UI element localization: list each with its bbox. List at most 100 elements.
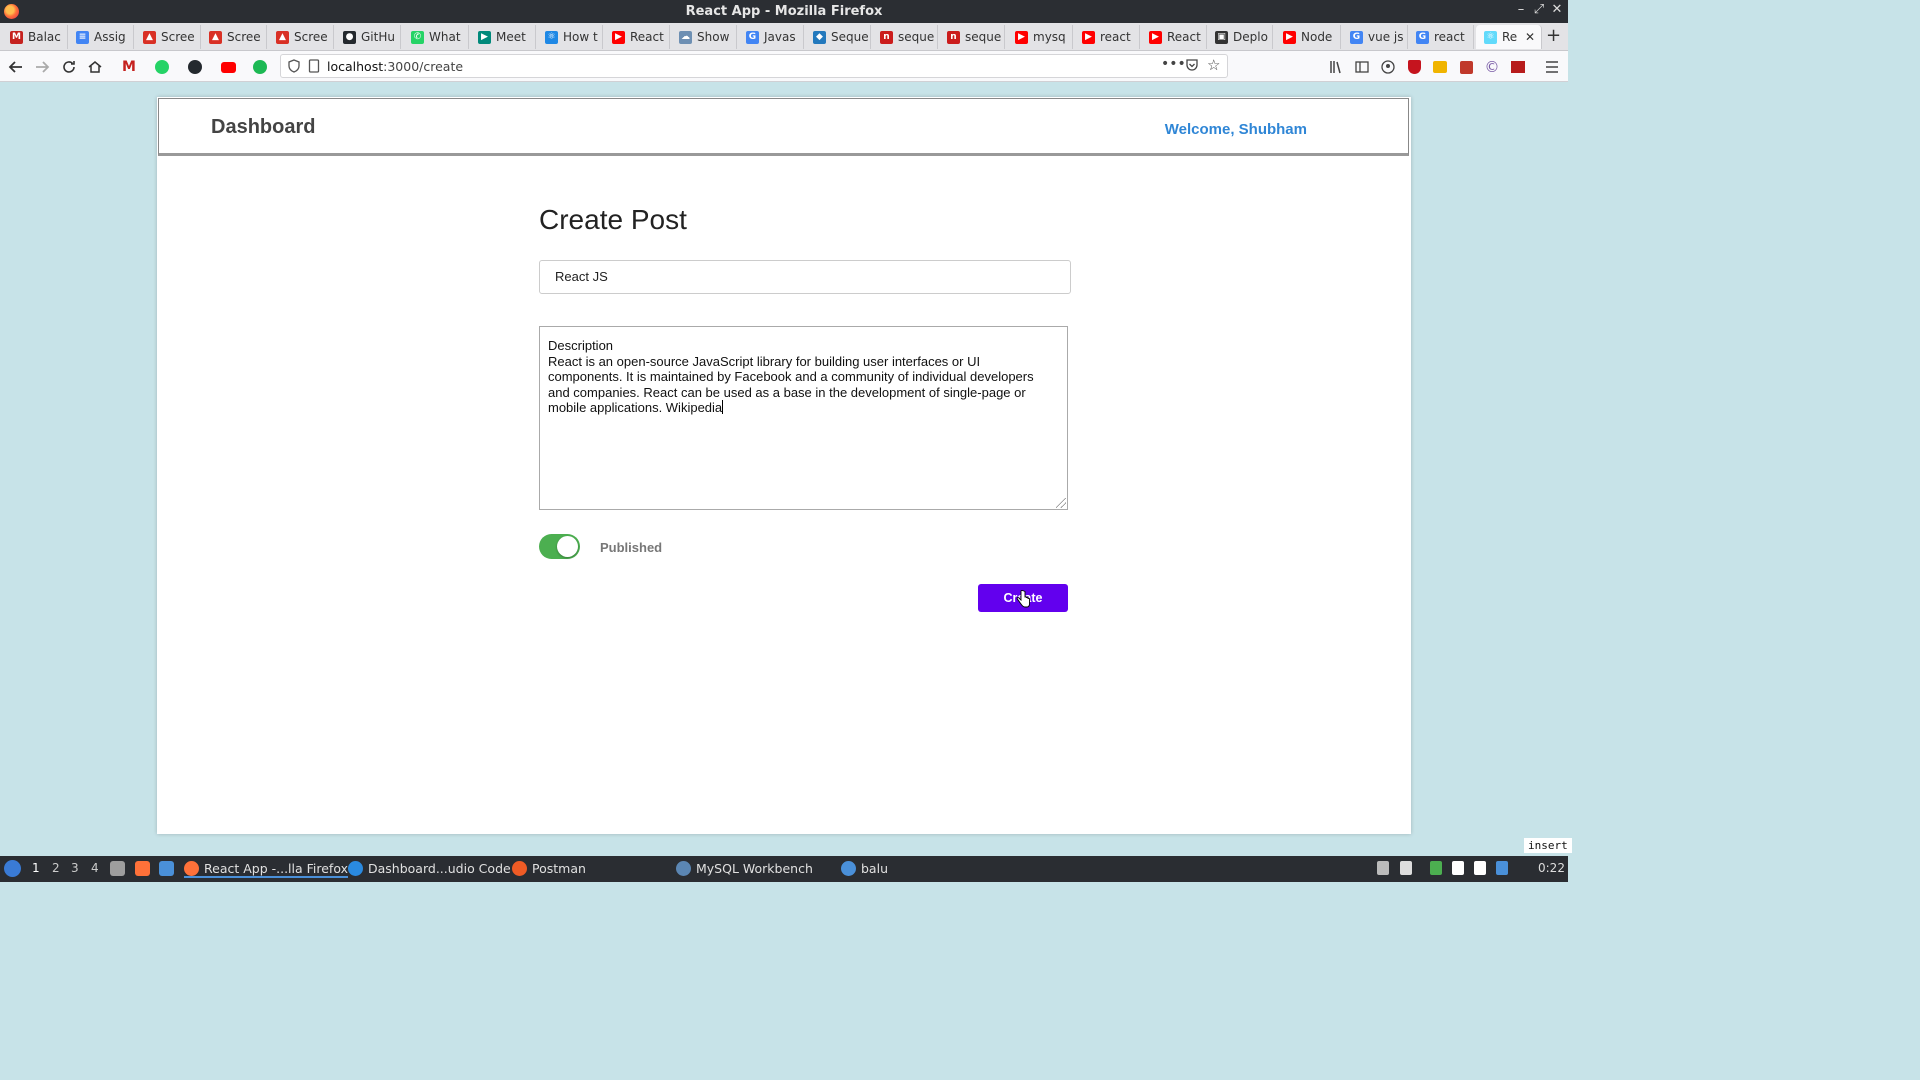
network-manager-icon[interactable] (1430, 861, 1442, 875)
taskbar-window[interactable]: React App -...lla Firefox (184, 861, 348, 878)
forward-icon[interactable] (32, 57, 52, 77)
tab-favicon-icon: G (1350, 30, 1363, 44)
back-icon[interactable] (6, 57, 26, 77)
browser-tab[interactable]: n seque (939, 25, 1005, 49)
taskbar-window-label: Postman (532, 861, 586, 876)
navigation-toolbar: M localhost:3000/create ••• ☆ © (0, 51, 1568, 82)
account-icon[interactable] (1378, 57, 1398, 77)
maximize-icon[interactable]: ⤢ (1531, 2, 1547, 17)
browser-tab[interactable]: Greact (1408, 25, 1474, 49)
vim-mode-indicator: insert (1524, 838, 1572, 853)
browser-tab[interactable]: ◆ Seque (805, 25, 871, 49)
youtube-icon[interactable] (218, 57, 238, 77)
tab-label: GitHu (361, 30, 395, 44)
volume-icon[interactable] (1400, 861, 1412, 875)
extension-red-icon[interactable] (1456, 57, 1476, 77)
spotify-icon[interactable] (250, 57, 270, 77)
url-bar[interactable]: localhost:3000/create ••• ☆ (280, 54, 1228, 78)
page-actions-icon[interactable]: ••• (1161, 56, 1186, 72)
taskbar-window-label: Dashboard...udio Code (368, 861, 511, 876)
menu-icon[interactable] (1542, 57, 1562, 77)
tab-favicon-icon: ≡ (76, 30, 89, 44)
browser-tab[interactable]: ▶ React (604, 25, 670, 49)
extension-flag-icon[interactable] (1508, 57, 1528, 77)
new-tab-button[interactable]: + (1546, 25, 1561, 46)
browser-tab[interactable]: ▶ Meet (470, 25, 536, 49)
browser-tab[interactable]: ● GitHu (335, 25, 401, 49)
tab-label: Meet (496, 30, 526, 44)
browser-tab[interactable]: ✆ What (403, 25, 469, 49)
taskbar-window[interactable]: Dashboard...udio Code (348, 861, 511, 876)
workspace-4[interactable]: 4 (91, 861, 99, 875)
post-title-input[interactable]: React JS (539, 260, 1071, 294)
browser-tab[interactable]: Gvue js (1342, 25, 1408, 49)
workspace-2[interactable]: 2 (52, 861, 60, 875)
welcome-user[interactable]: Welcome, Shubham (1165, 121, 1307, 138)
tab-label: Scree (161, 30, 195, 44)
tab-label: Scree (294, 30, 328, 44)
browser-tab[interactable]: ▲ Scree (135, 25, 201, 49)
taskbar-window[interactable]: MySQL Workbench (676, 861, 813, 876)
browser-tab[interactable]: ☁ Show (671, 25, 737, 49)
browser-tab[interactable]: ▣ Deplo (1207, 25, 1273, 49)
published-toggle[interactable] (539, 534, 580, 559)
url-text[interactable]: localhost:3000/create (327, 59, 463, 74)
wifi-icon[interactable] (1452, 861, 1464, 875)
ublock-icon[interactable] (1404, 57, 1424, 77)
firefox-launcher-icon[interactable] (135, 861, 150, 876)
page-info-icon[interactable] (308, 59, 320, 77)
browser-tab[interactable]: ▶ mysq (1007, 25, 1073, 49)
resize-handle-icon[interactable] (1056, 498, 1066, 508)
browser-tab[interactable]: ▲ Scree (201, 25, 267, 49)
browser-tab[interactable]: ⚛ Re ✕ (1476, 25, 1542, 49)
browser-tab[interactable]: n seque (872, 25, 938, 49)
shield-icon[interactable] (287, 59, 301, 77)
browser-tab[interactable]: M Balac (2, 25, 68, 49)
clock[interactable]: 0:22 (1538, 861, 1565, 875)
workspace-3[interactable]: 3 (71, 861, 79, 875)
clipboard-icon[interactable] (1474, 861, 1486, 875)
tab-favicon-icon: ▶ (478, 30, 491, 44)
tab-strip: M Balac ≡ Assig ▲ Scree ▲ Scree ▲ Scree ● GitHu ✆ Wha… (0, 23, 1568, 51)
app-page: Dashboard Welcome, Shubham Create Post R… (157, 97, 1411, 834)
browser-tab[interactable]: ▲ Scree (268, 25, 334, 49)
browser-tab[interactable]: G Javas (738, 25, 804, 49)
dashboard-brand[interactable]: Dashboard (211, 116, 315, 139)
reload-icon[interactable] (59, 57, 79, 77)
extension-yellow-icon[interactable] (1430, 57, 1450, 77)
tab-favicon-icon: ● (343, 30, 356, 44)
tab-favicon-icon: ▣ (1215, 30, 1228, 44)
minimize-icon[interactable]: – (1513, 2, 1529, 17)
browser-tab[interactable]: ≡ Assig (68, 25, 134, 49)
bookmark-star-icon[interactable]: ☆ (1207, 56, 1220, 74)
pocket-icon[interactable] (1185, 58, 1199, 76)
browser-tab[interactable]: ▶ react (1074, 25, 1140, 49)
tab-label: react (1434, 30, 1465, 44)
browser-tab[interactable]: ⚛ How t (537, 25, 603, 49)
tab-label: React (630, 30, 664, 44)
tab-label: mysq (1033, 30, 1066, 44)
extension-circle-icon[interactable]: © (1482, 57, 1502, 77)
notification-icon[interactable] (1496, 861, 1508, 875)
vscode-icon (348, 861, 363, 876)
library-icon[interactable] (1326, 57, 1346, 77)
gmail-icon[interactable]: M (119, 57, 139, 77)
whatsapp-icon[interactable] (152, 57, 172, 77)
workspace-1[interactable]: 1 (32, 861, 40, 875)
tab-label: How t (563, 30, 598, 44)
github-icon[interactable] (185, 57, 205, 77)
start-menu-icon[interactable] (4, 860, 21, 877)
close-tab-icon[interactable]: ✕ (1525, 30, 1535, 44)
battery-icon[interactable] (1377, 861, 1389, 875)
browser-tab[interactable]: ▶ React (1141, 25, 1207, 49)
terminal-icon[interactable] (159, 861, 174, 876)
taskbar-window[interactable]: Postman (512, 861, 586, 876)
file-manager-icon[interactable] (110, 861, 125, 876)
tab-favicon-icon: ⚛ (1484, 30, 1497, 44)
browser-tab[interactable]: ▶ Node (1275, 25, 1341, 49)
close-window-icon[interactable]: ✕ (1549, 2, 1565, 17)
sidebar-icon[interactable] (1352, 57, 1372, 77)
taskbar-window[interactable]: balu (841, 861, 888, 876)
post-description-textarea[interactable]: Description React is an open-source Java… (539, 326, 1068, 510)
home-icon[interactable] (85, 57, 105, 77)
